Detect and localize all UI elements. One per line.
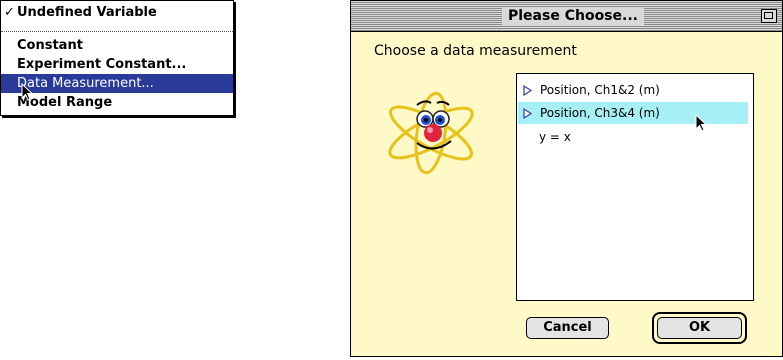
- prompt-text: Choose a data measurement: [374, 43, 577, 59]
- list-item[interactable]: Position, Ch1&2 (m): [518, 79, 748, 101]
- menu-item-undefined-variable[interactable]: ✓ Undefined Variable: [1, 3, 233, 22]
- disclosure-triangle-icon[interactable]: [523, 108, 532, 119]
- popup-menu: ✓ Undefined Variable Constant Experiment…: [0, 0, 234, 116]
- mouse-pointer-icon: [21, 83, 34, 101]
- dialog-title: Please Choose...: [502, 7, 644, 25]
- checkmark-icon: ✓: [4, 5, 15, 20]
- menu-item-constant[interactable]: Constant: [1, 36, 233, 55]
- ok-button[interactable]: OK: [657, 317, 742, 339]
- measurement-list[interactable]: Position, Ch1&2 (m) Position, Ch3&4 (m) …: [516, 73, 754, 301]
- menu-item-label: Constant: [17, 38, 83, 53]
- menu-item-label: Experiment Constant...: [17, 57, 187, 72]
- please-choose-dialog: Please Choose... Choose a data measureme…: [350, 0, 783, 357]
- list-item-selected[interactable]: Position, Ch3&4 (m): [518, 102, 748, 124]
- list-item-label: Position, Ch3&4 (m): [540, 106, 660, 120]
- menu-item-label: Data Measurement...: [17, 76, 154, 91]
- list-item-label: Position, Ch1&2 (m): [540, 83, 660, 97]
- list-item-label: y = x: [539, 130, 571, 144]
- title-bar[interactable]: Please Choose...: [351, 1, 782, 32]
- mouse-pointer-icon: [695, 114, 708, 132]
- atom-mascot-icon: [388, 91, 474, 175]
- disclosure-triangle-icon[interactable]: [523, 85, 532, 96]
- menu-item-data-measurement[interactable]: Data Measurement...: [1, 74, 233, 93]
- zoom-box-icon[interactable]: [761, 9, 777, 23]
- menu-separator: [1, 31, 233, 32]
- menu-item-model-range[interactable]: Model Range: [1, 93, 233, 112]
- cancel-button[interactable]: Cancel: [526, 317, 609, 339]
- menu-item-label: Undefined Variable: [17, 5, 157, 20]
- menu-item-experiment-constant[interactable]: Experiment Constant...: [1, 55, 233, 74]
- list-item[interactable]: y = x: [518, 126, 748, 148]
